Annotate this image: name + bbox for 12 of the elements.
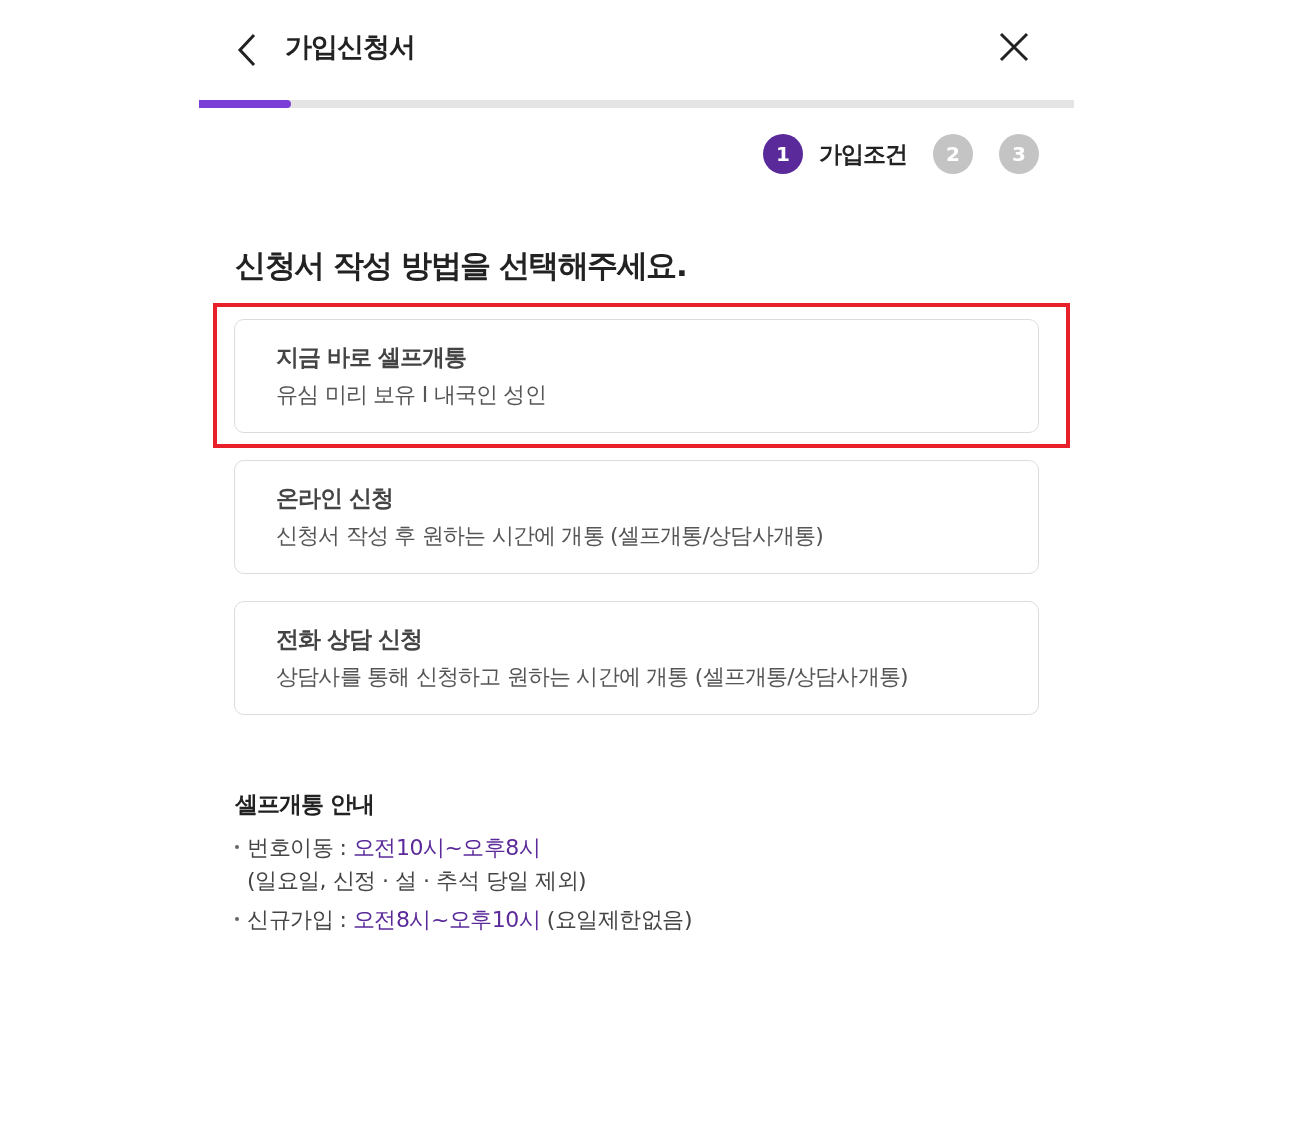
step-label: 가입조건 [819,139,907,169]
info-item: 신규가입 : 오전8시~오후10시 (요일제한없음) [235,903,1074,936]
step-number: 3 [999,134,1039,174]
step-number: 2 [933,134,973,174]
option-card[interactable]: 전화 상담 신청 상담사를 통해 신청하고 원하는 시간에 개통 (셀프개통/상담사개통) [234,600,1039,715]
info-title: 셀프개통 안내 [235,789,375,819]
step-number: 1 [763,134,803,174]
option-card[interactable]: 온라인 신청 신청서 작성 후 원하는 시간에 개통 (셀프개통/상담사개통) [234,459,1039,574]
heading: 신청서 작성 방법을 선택해주세요. [235,246,688,285]
option-card[interactable]: 지금 바로 셀프개통 유심 미리 보유 I 내국인 성인 [234,318,1039,433]
page-title: 가입신청서 [285,29,415,64]
info-item: 번호이동 : 오전10시~오후8시 (일요일, 신정 · 설 · 추석 당일 제외) [235,831,1074,897]
